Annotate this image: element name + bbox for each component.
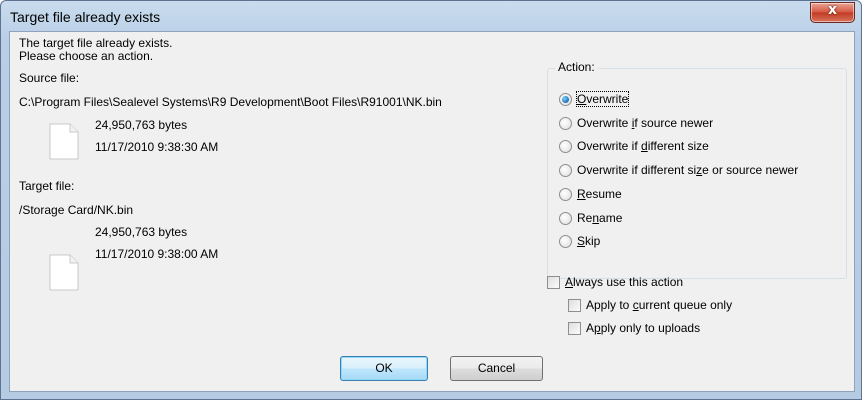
dialog-body: The target file already exists. Please c…: [9, 31, 855, 392]
source-file-icon: [49, 123, 79, 160]
target-file-date: 11/17/2010 9:38:00 AM: [95, 247, 219, 261]
source-file-size: 24,950,763 bytes: [95, 118, 188, 132]
radio-overwrite-if-different-size-label: Overwrite if different size: [577, 139, 709, 153]
target-file-size: 24,950,763 bytes: [95, 225, 188, 239]
radio-button[interactable]: [559, 212, 572, 225]
checkbox-apply-only-uploads-label: Apply only to uploads: [586, 321, 701, 335]
dialog-window: Target file already exists x The target …: [0, 0, 862, 400]
checkbox-apply-current-queue-label: Apply to current queue only: [586, 298, 733, 312]
title-bar[interactable]: Target file already exists x: [1, 1, 861, 31]
checkbox[interactable]: [568, 322, 581, 335]
source-file-date: 11/17/2010 9:38:30 AM: [95, 140, 219, 154]
source-file-label: Source file:: [19, 71, 80, 85]
message-line-1: The target file already exists.: [19, 36, 173, 50]
radio-button[interactable]: [559, 117, 572, 130]
source-file-path: C:\Program Files\Sealevel Systems\R9 Dev…: [19, 95, 442, 109]
radio-button[interactable]: [559, 235, 572, 248]
radio-button[interactable]: [559, 188, 572, 201]
radio-overwrite-if-size-or-newer-label: Overwrite if different size or source ne…: [577, 163, 799, 177]
checkbox-always-use-action-label: Always use this action: [565, 275, 684, 289]
target-file-label: Target file:: [19, 179, 75, 193]
ok-button[interactable]: OK: [340, 356, 428, 381]
checkbox[interactable]: [568, 299, 581, 312]
radio-overwrite-label: Overwrite: [575, 91, 630, 107]
radio-overwrite-if-newer-label: Overwrite if source newer: [577, 116, 714, 130]
radio-button[interactable]: [559, 93, 572, 106]
action-group-label: Action:: [555, 60, 598, 74]
radio-button[interactable]: [559, 140, 572, 153]
checkbox[interactable]: [547, 276, 560, 289]
target-file-path: /Storage Card/NK.bin: [19, 203, 134, 217]
radio-rename-label: Rename: [577, 211, 623, 225]
close-icon: x: [827, 2, 838, 18]
radio-skip-label: Skip: [577, 234, 601, 248]
target-file-icon: [49, 254, 79, 291]
radio-button[interactable]: [559, 164, 572, 177]
radio-resume-label: Resume: [577, 187, 622, 201]
message-line-2: Please choose an action.: [19, 49, 154, 63]
close-button[interactable]: x: [810, 2, 855, 23]
dialog-title: Target file already exists: [10, 9, 161, 25]
cancel-button[interactable]: Cancel: [450, 356, 543, 381]
